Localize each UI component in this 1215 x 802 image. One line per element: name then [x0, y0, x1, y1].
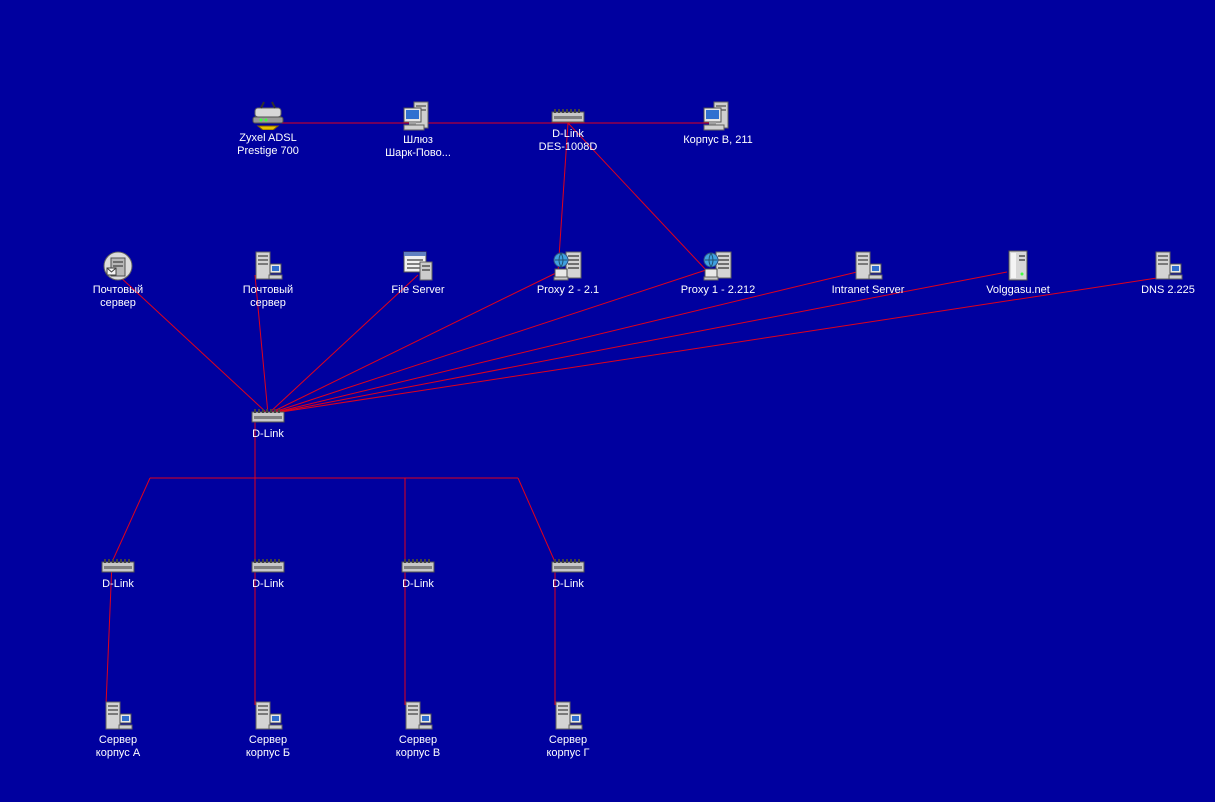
node-label: Intranet Server [831, 284, 905, 296]
link-dlink_core-dlink_a [111, 477, 151, 563]
node-label: D-Link [402, 578, 434, 590]
node-server-a[interactable]: Сервер корпус А [43, 700, 193, 760]
node-label: Proxy 1 - 2.212 [680, 284, 756, 296]
node-label: Proxy 2 - 2.1 [536, 284, 600, 296]
node-zyxel-modem[interactable]: Zyxel ADSL Prestige 700 [193, 100, 343, 158]
node-label: File Server [391, 284, 445, 296]
server-icon [1155, 251, 1183, 280]
mail-server-icon [103, 251, 133, 281]
node-mail-server-2[interactable]: Почтовый сервер [193, 250, 343, 310]
node-server-v[interactable]: Сервер корпус В [343, 700, 493, 760]
node-label: D-Link [252, 578, 284, 590]
tower-icon [1008, 250, 1028, 281]
node-dns-server[interactable]: DNS 2.225 [1093, 250, 1215, 297]
switch-icon [101, 559, 135, 573]
node-file-server[interactable]: File Server [343, 250, 493, 297]
node-dlink-g[interactable]: D-Link [493, 558, 643, 591]
node-intranet-server[interactable]: Intranet Server [793, 250, 943, 297]
workstation-icon [403, 101, 429, 131]
node-label: Шлюз Шарк-Пово... [385, 134, 451, 159]
node-label: D-Link DES-1008D [538, 128, 598, 153]
node-proxy-1[interactable]: Proxy 1 - 2.212 [643, 250, 793, 297]
node-label: Volggasu.net [986, 284, 1050, 296]
node-korpus-v211[interactable]: Корпус В, 211 [643, 100, 793, 147]
node-label: Сервер корпус В [395, 734, 441, 759]
switch-icon [551, 109, 585, 123]
node-label: Сервер корпус Г [546, 734, 590, 759]
proxy-icon [703, 251, 732, 281]
node-label: DNS 2.225 [1141, 284, 1195, 296]
node-label: Zyxel ADSL Prestige 700 [237, 132, 299, 157]
link-dlink_core-dns [267, 277, 1158, 415]
node-label: Почтовый сервер [92, 284, 144, 309]
node-gateway[interactable]: Шлюз Шарк-Пово... [343, 100, 493, 160]
switch-icon [551, 559, 585, 573]
node-mail-server-1[interactable]: Почтовый сервер [43, 250, 193, 310]
node-dlink-v[interactable]: D-Link [343, 558, 493, 591]
server-icon [855, 251, 883, 280]
switch-icon [401, 559, 435, 573]
server-icon [405, 701, 433, 730]
node-volggasu[interactable]: Volggasu.net [943, 250, 1093, 297]
node-label: D-Link [102, 578, 134, 590]
node-dlink-a[interactable]: D-Link [43, 558, 193, 591]
proxy-icon [553, 251, 582, 281]
node-dlink-core[interactable]: D-Link [193, 408, 343, 441]
file-server-icon [403, 251, 433, 281]
server-icon [105, 701, 133, 730]
node-dlink-b[interactable]: D-Link [193, 558, 343, 591]
link-dlink_core-dlink_g [517, 477, 556, 563]
node-label: Сервер корпус А [95, 734, 141, 759]
node-label: D-Link [552, 578, 584, 590]
node-label: Корпус В, 211 [683, 134, 753, 146]
node-label: Сервер корпус Б [245, 734, 291, 759]
node-server-g[interactable]: Сервер корпус Г [493, 700, 643, 760]
node-proxy-2[interactable]: Proxy 2 - 2.1 [493, 250, 643, 297]
server-icon [255, 251, 283, 280]
node-dlink-top[interactable]: D-Link DES-1008D [493, 108, 643, 154]
node-label: Почтовый сервер [242, 284, 294, 309]
modem-icon [252, 101, 284, 130]
node-server-b[interactable]: Сервер корпус Б [193, 700, 343, 760]
node-label: D-Link [252, 428, 284, 440]
switch-icon [251, 559, 285, 573]
switch-icon [251, 409, 285, 423]
workstation-icon [703, 101, 729, 131]
server-icon [555, 701, 583, 730]
server-icon [255, 701, 283, 730]
